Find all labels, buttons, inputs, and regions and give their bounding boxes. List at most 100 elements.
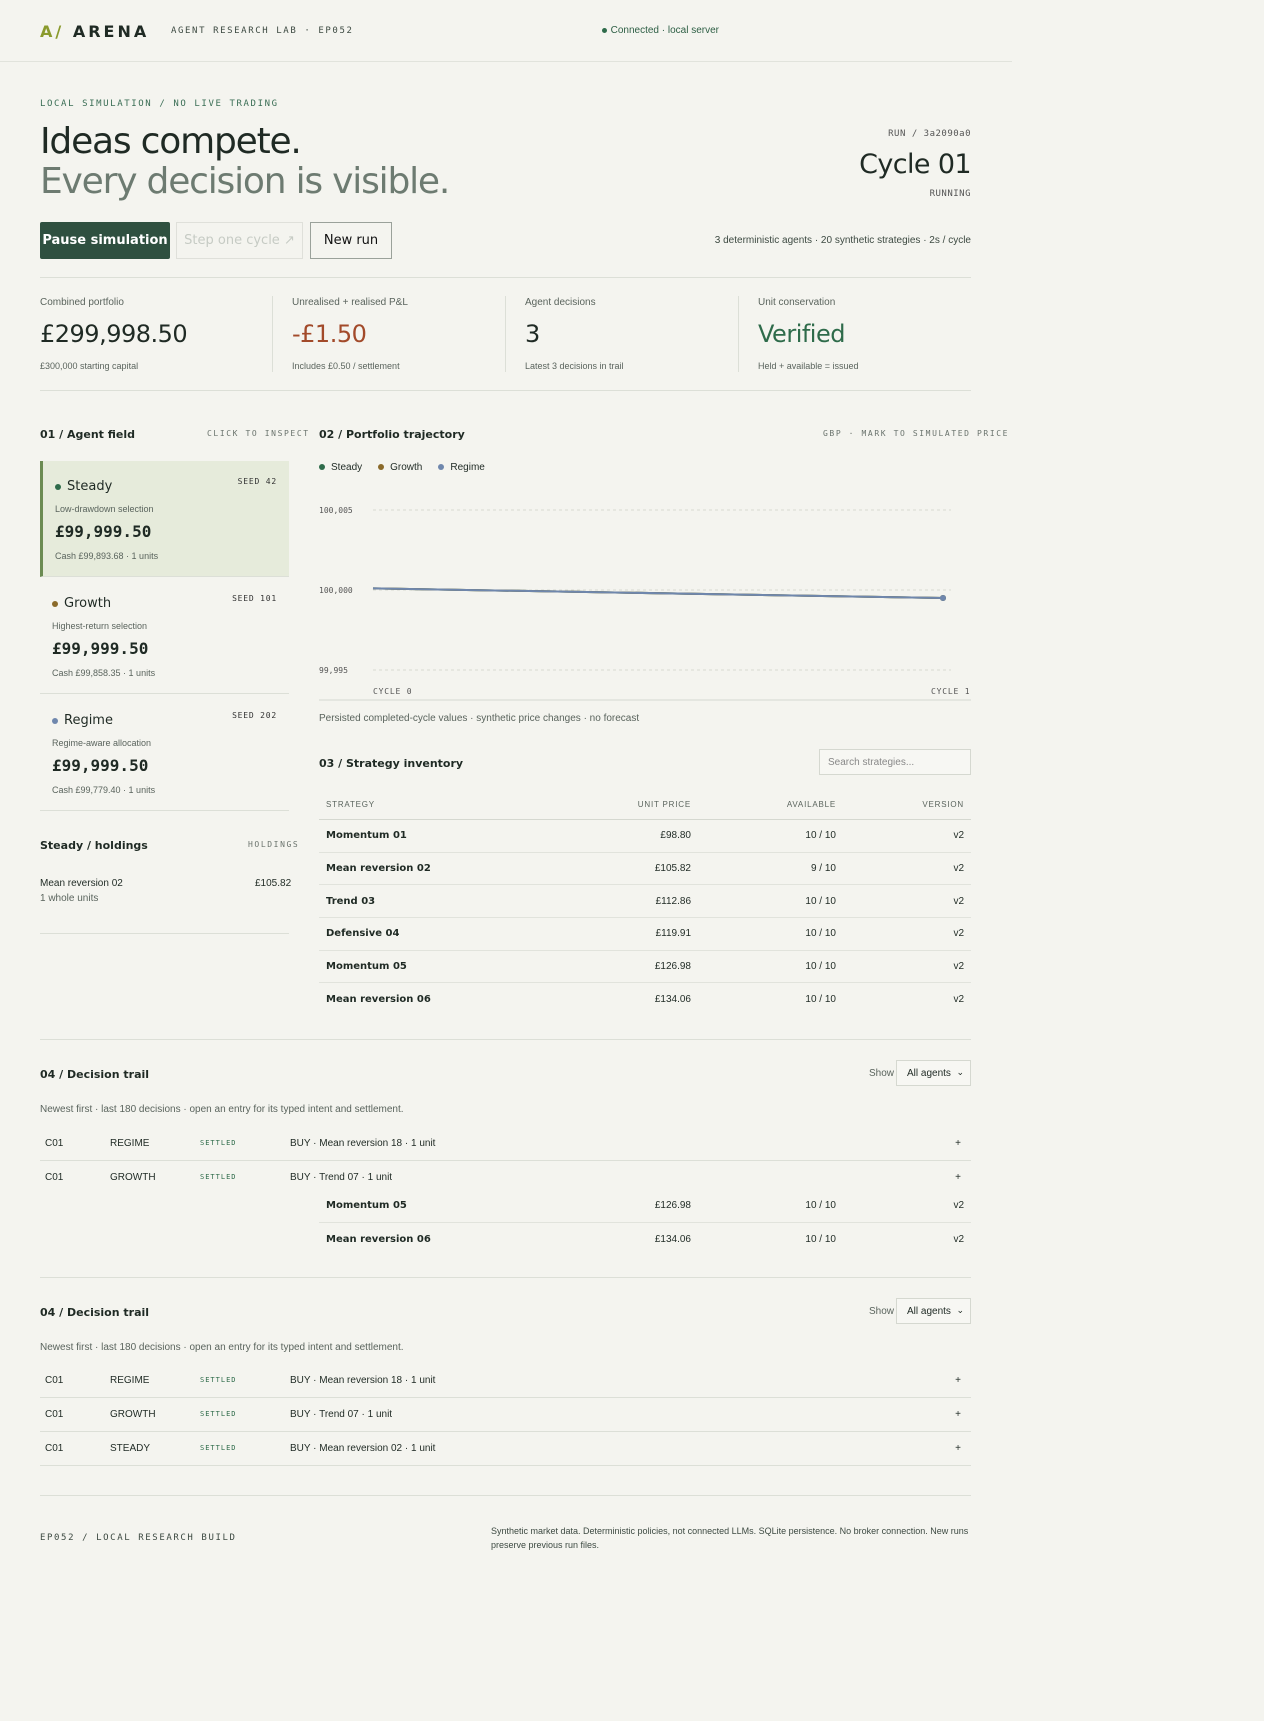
table-row[interactable]: Momentum 05 £126.98 10 / 10 v2 xyxy=(319,1190,971,1223)
expand-icon[interactable]: + xyxy=(955,1375,961,1386)
logo[interactable]: A/ ARENA xyxy=(40,22,149,41)
expand-icon[interactable]: + xyxy=(955,1172,961,1183)
trail-row[interactable]: C01 REGIME SETTLED BUY · Mean reversion 18 … xyxy=(40,1127,971,1161)
stat-pnl: Unrealised + realised P&L -£1.50 Includes … xyxy=(292,297,408,371)
chart-legend: Steady Growth Regime xyxy=(319,462,485,473)
trail-row[interactable]: C01 GROWTH SETTLED BUY · Trend 07 · 1 unit + xyxy=(40,1398,971,1432)
new-run-button[interactable]: New run xyxy=(310,222,392,259)
trajectory-tag: GBP · MARK TO SIMULATED PRICE xyxy=(823,429,1010,438)
strategy-search-input[interactable]: Search strategies... xyxy=(819,749,971,775)
stat-value: £299,998.50 xyxy=(40,320,188,348)
agent-balance: £99,999.50 xyxy=(52,756,149,775)
agent-balance: £99,999.50 xyxy=(55,522,152,541)
trail-row[interactable]: C01 STEADY SETTLED BUY · Mean reversion 02 … xyxy=(40,1432,971,1466)
eyebrow: LOCAL SIMULATION / NO LIVE TRADING xyxy=(40,99,279,109)
build-label: EP052 / LOCAL RESEARCH BUILD xyxy=(40,1533,237,1543)
trail-title: 04 / Decision trail xyxy=(40,1306,150,1319)
holding-name: Mean reversion 02 xyxy=(40,878,123,889)
settled-badge: SETTLED xyxy=(200,1139,237,1147)
trail-title: 04 / Decision trail xyxy=(40,1068,150,1081)
x-tick-label: CYCLE 0 xyxy=(373,687,412,696)
divider xyxy=(505,296,506,372)
decision-trail: C01 REGIME SETTLED BUY · Mean reversion 18 … xyxy=(40,1127,971,1195)
trajectory-chart: 100,005 100,000 99,995 CYCLE 0 CYCLE 1 xyxy=(319,506,971,701)
stat-decisions: Agent decisions 3 Latest 3 decisions in tr… xyxy=(525,297,624,371)
page-title: Ideas compete. Every decision is visible. xyxy=(40,121,450,202)
divider xyxy=(40,277,971,278)
legend-steady: Steady xyxy=(319,462,362,473)
divider xyxy=(272,296,273,372)
run-status: RUNNING xyxy=(929,189,971,199)
chevron-down-icon: ⌄ xyxy=(956,1305,964,1315)
settled-badge: SETTLED xyxy=(200,1173,237,1181)
pause-simulation-button[interactable]: Pause simulation xyxy=(40,222,170,259)
divider xyxy=(40,390,971,391)
legend-dot-icon xyxy=(378,464,385,471)
decision-trail: C01 REGIME SETTLED BUY · Mean reversion 18 … xyxy=(40,1364,971,1466)
holding-units: 1 whole units xyxy=(40,893,99,904)
legend-regime: Regime xyxy=(438,462,485,473)
agent-dot-icon xyxy=(52,717,58,724)
trajectory-title: 02 / Portfolio trajectory xyxy=(319,428,465,441)
show-label: Show xyxy=(869,1068,895,1079)
click-hint: CLICK TO INSPECT xyxy=(207,429,310,438)
table-row[interactable]: Momentum 05 £126.98 10 / 10 v2 xyxy=(319,951,971,984)
chevron-down-icon: ⌄ xyxy=(956,1067,964,1077)
divider xyxy=(40,1495,971,1496)
seed-badge: SEED 202 xyxy=(232,711,277,720)
settled-badge: SETTLED xyxy=(200,1444,237,1452)
expand-icon[interactable]: + xyxy=(955,1138,961,1149)
stat-value: 3 xyxy=(525,320,540,348)
chart-note: Persisted completed-cycle values · synth… xyxy=(319,713,640,724)
trail-row[interactable]: C01 REGIME SETTLED BUY · Mean reversion 18 … xyxy=(40,1364,971,1398)
seed-badge: SEED 101 xyxy=(232,594,277,603)
strategy-table-overlap: Momentum 05 £126.98 10 / 10 v2 Mean reversi… xyxy=(319,1190,971,1255)
agent-filter-select[interactable]: All agents ⌄ xyxy=(896,1060,971,1086)
inventory-title: 03 / Strategy inventory xyxy=(319,757,464,770)
connection-status: Connected · local server xyxy=(601,25,719,36)
holdings-title: Steady / holdings xyxy=(40,839,148,852)
y-tick-label: 99,995 xyxy=(319,666,348,675)
stat-conservation: Unit conservation Verified Held + availabl… xyxy=(758,297,859,371)
table-row[interactable]: Mean reversion 06 £134.06 10 / 10 v2 xyxy=(319,1223,971,1256)
divider xyxy=(738,296,739,372)
stat-portfolio: Combined portfolio £299,998.50 £300,000 st… xyxy=(40,297,188,371)
legend-dot-icon xyxy=(438,464,445,471)
run-id: RUN / 3a2090a0 xyxy=(888,129,971,139)
data-point xyxy=(940,595,946,601)
top-bar: A/ ARENA AGENT RESEARCH LAB · EP052 Conn… xyxy=(0,0,1012,62)
legend-dot-icon xyxy=(319,464,325,471)
divider xyxy=(40,1277,971,1278)
stat-value: -£1.50 xyxy=(292,320,367,348)
expand-icon[interactable]: + xyxy=(955,1443,961,1454)
expand-icon[interactable]: + xyxy=(955,1409,961,1420)
agent-card-growth[interactable]: Growth SEED 101 Highest-return selection… xyxy=(40,578,289,694)
agent-card-steady[interactable]: Steady SEED 42 Low-drawdown selection £9… xyxy=(40,461,289,577)
simulation-note: 3 deterministic agents · 20 synthetic st… xyxy=(714,235,971,246)
table-row[interactable]: Momentum 01 £98.80 10 / 10 v2 xyxy=(319,820,971,853)
holdings-tag: HOLDINGS xyxy=(248,840,300,849)
agent-filter-select[interactable]: All agents ⌄ xyxy=(896,1298,971,1324)
table-row[interactable]: Defensive 04 £119.91 10 / 10 v2 xyxy=(319,918,971,951)
table-row[interactable]: Mean reversion 02 £105.82 9 / 10 v2 xyxy=(319,853,971,886)
show-label: Show xyxy=(869,1306,895,1317)
x-tick-label: CYCLE 1 xyxy=(931,687,970,696)
y-tick-label: 100,005 xyxy=(319,506,353,515)
holding-value: £105.82 xyxy=(255,878,292,889)
agent-field-title: 01 / Agent field xyxy=(40,428,136,441)
divider xyxy=(40,933,289,934)
step-cycle-button[interactable]: Step one cycle ↗ xyxy=(176,222,303,259)
table-row[interactable]: Trend 03 £112.86 10 / 10 v2 xyxy=(319,885,971,919)
table-row[interactable]: Mean reversion 06 £134.06 10 / 10 v2 xyxy=(319,983,971,1016)
legend-growth: Growth xyxy=(378,462,422,473)
agent-card-regime[interactable]: Regime SEED 202 Regime-aware allocation … xyxy=(40,695,289,811)
status-dot-icon xyxy=(601,27,607,33)
settled-badge: SETTLED xyxy=(200,1410,237,1418)
lab-label: AGENT RESEARCH LAB · EP052 xyxy=(171,26,354,36)
settled-badge: SETTLED xyxy=(200,1376,237,1384)
trail-note: Newest first · last 180 decisions · open… xyxy=(40,1104,404,1115)
agent-balance: £99,999.50 xyxy=(52,639,149,658)
agent-dot-icon xyxy=(52,600,58,607)
divider xyxy=(40,1039,971,1040)
seed-badge: SEED 42 xyxy=(237,477,277,486)
